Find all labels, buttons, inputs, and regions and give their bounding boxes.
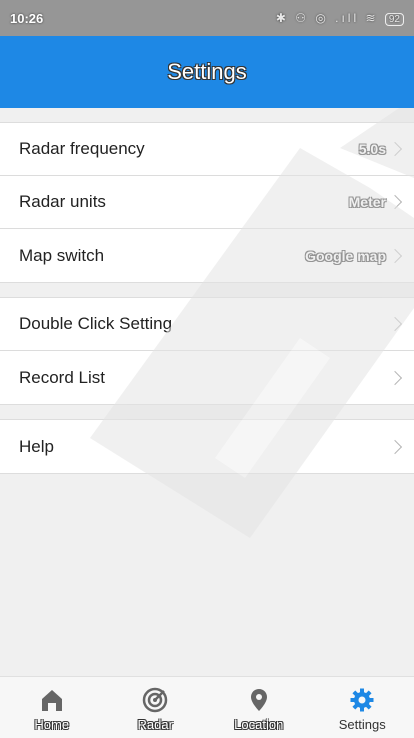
setting-value: Meter — [348, 194, 386, 210]
status-bar: 10:26 ✱ ⚇ ◎ .ıll ≋ 92 — [0, 0, 414, 36]
setting-value: 5.0s — [358, 141, 386, 157]
setting-row-record-list[interactable]: Record List — [0, 351, 414, 404]
status-icons: ✱ ⚇ ◎ .ıll ≋ 92 — [276, 11, 404, 26]
setting-row-radar-frequency[interactable]: Radar frequency 5.0s — [0, 123, 414, 176]
gear-icon — [350, 688, 374, 712]
tab-label: Location — [234, 717, 284, 732]
setting-label: Radar units — [19, 192, 106, 211]
chevron-right-icon — [387, 316, 403, 332]
location-pin-icon — [250, 689, 267, 711]
status-time: 10:26 — [10, 10, 44, 26]
header-bar: Settings — [0, 36, 414, 108]
tab-label: Settings — [338, 717, 386, 732]
setting-label: Record List — [19, 367, 105, 387]
tab-label: Home — [34, 717, 70, 732]
chevron-right-icon — [387, 439, 403, 454]
settings-group-help: Help — [0, 419, 414, 474]
bottom-tab-bar: Home Radar Location Settings — [0, 676, 414, 738]
setting-row-help[interactable]: Help — [0, 420, 414, 473]
chevron-right-icon — [387, 141, 403, 157]
settings-group-records: Double Click Setting Record List — [0, 297, 414, 405]
chevron-right-icon — [387, 194, 403, 210]
setting-label: Radar frequency — [19, 139, 145, 158]
setting-label: Double Click Setting — [19, 314, 173, 333]
chevron-right-icon — [387, 248, 403, 263]
chevron-right-icon — [387, 370, 403, 385]
radar-icon — [143, 687, 168, 713]
tab-settings[interactable]: Settings — [311, 677, 414, 738]
setting-row-map-switch[interactable]: Map switch Google map — [0, 229, 414, 282]
home-icon — [41, 690, 62, 711]
status-indicator-icons: ✱ ⚇ ◎ .ıll ≋ — [275, 10, 379, 25]
tab-label: Radar — [137, 717, 173, 732]
setting-label: Help — [19, 436, 54, 456]
page-title: Settings — [167, 59, 247, 84]
setting-label: Map switch — [19, 245, 105, 265]
setting-row-double-click[interactable]: Double Click Setting — [0, 298, 414, 351]
settings-content: Radar frequency 5.0s Radar units Meter M… — [0, 108, 414, 676]
tab-location[interactable]: Location — [207, 677, 311, 738]
settings-group-radar: Radar frequency 5.0s Radar units Meter M… — [0, 122, 414, 283]
battery-icon: 92 — [384, 12, 404, 26]
setting-value: Google map — [305, 247, 386, 264]
tab-home[interactable]: Home — [0, 677, 104, 738]
tab-radar[interactable]: Radar — [104, 677, 208, 738]
setting-row-radar-units[interactable]: Radar units Meter — [0, 176, 414, 229]
